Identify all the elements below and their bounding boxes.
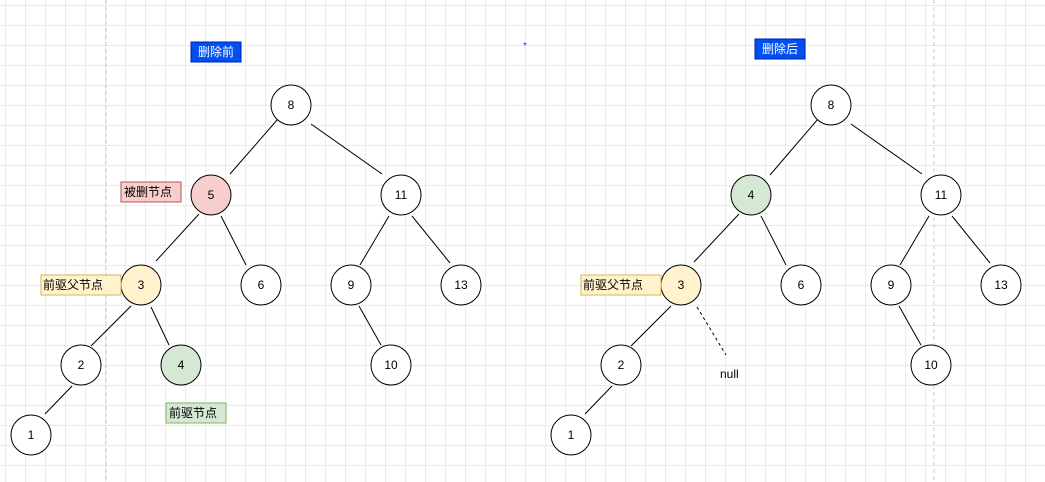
svg-text:前驱父节点: 前驱父节点 [583, 277, 643, 292]
edge-a-4-3 [693, 213, 740, 263]
stray-mark: * [523, 41, 527, 52]
after-node-6: 6 [780, 264, 822, 306]
edge-a-3-2 [630, 305, 672, 347]
svg-text:9: 9 [348, 278, 355, 292]
after-tree: 删除后 8 4 11 3 6 9 13 2 10 1 前驱父节点 null [550, 38, 1022, 456]
before-label-pred-parent: 前驱父节点 [40, 274, 122, 296]
svg-text:4: 4 [178, 358, 185, 372]
before-node-11: 11 [380, 174, 422, 216]
svg-text:11: 11 [395, 188, 408, 202]
edge-3-2 [90, 305, 132, 347]
edge-a-3-null [696, 306, 727, 356]
edge-a-8-4 [769, 118, 819, 176]
edge-a-11-13 [951, 215, 991, 264]
svg-text:9: 9 [888, 278, 895, 292]
after-title-text: 删除后 [762, 41, 798, 56]
edge-2-1 [44, 385, 73, 415]
svg-text:6: 6 [798, 278, 805, 292]
svg-text:1: 1 [568, 428, 575, 442]
svg-text:11: 11 [935, 188, 948, 202]
edge-a-11-9 [899, 215, 930, 266]
edge-11-13 [411, 215, 451, 264]
edge-5-6 [220, 215, 247, 266]
after-node-1: 1 [550, 414, 592, 456]
svg-text:3: 3 [138, 278, 145, 292]
before-title: 删除前 [190, 41, 242, 63]
svg-text:1: 1 [28, 428, 35, 442]
diagram-canvas: * 删除前 8 5 11 3 6 9 13 2 4 10 1 被删节点 前驱父节… [10, 0, 1022, 482]
before-node-9: 9 [330, 264, 372, 306]
before-node-2: 2 [60, 344, 102, 386]
before-node-8: 8 [270, 84, 312, 126]
before-node-1: 1 [10, 414, 52, 456]
svg-text:2: 2 [78, 358, 85, 372]
edge-a-9-10 [898, 305, 922, 346]
after-title: 删除后 [754, 38, 806, 60]
svg-text:13: 13 [994, 278, 1008, 292]
svg-text:前驱父节点: 前驱父节点 [43, 277, 103, 292]
edge-3-4 [150, 306, 170, 346]
before-tree: 删除前 8 5 11 3 6 9 13 2 4 10 1 被删节点 前驱父节点 … [10, 41, 482, 456]
edge-8-11 [310, 123, 383, 175]
after-node-4: 4 [730, 174, 772, 216]
before-node-5: 5 [190, 174, 232, 216]
edge-8-5 [229, 118, 279, 175]
after-node-3: 3 [660, 264, 702, 306]
svg-text:6: 6 [258, 278, 265, 292]
edge-11-9 [359, 215, 390, 266]
before-title-text: 删除前 [198, 44, 234, 59]
before-node-3: 3 [120, 264, 162, 306]
svg-text:2: 2 [618, 358, 625, 372]
edge-9-10 [358, 305, 382, 346]
before-node-6: 6 [240, 264, 282, 306]
svg-text:4: 4 [748, 188, 755, 202]
before-label-deleted: 被删节点 [120, 181, 182, 203]
svg-text:5: 5 [208, 188, 215, 202]
before-node-10: 10 [370, 344, 412, 386]
edge-a-2-1 [584, 385, 613, 415]
after-node-13: 13 [980, 264, 1022, 306]
svg-text:被删节点: 被删节点 [124, 185, 172, 199]
edge-a-8-11 [850, 123, 923, 175]
svg-text:8: 8 [288, 98, 295, 112]
svg-text:10: 10 [924, 358, 938, 372]
after-label-null: null [720, 367, 739, 381]
edge-5-3 [155, 213, 200, 262]
after-node-8: 8 [810, 84, 852, 126]
svg-text:8: 8 [828, 98, 835, 112]
after-node-2: 2 [600, 344, 642, 386]
after-node-9: 9 [870, 264, 912, 306]
after-node-11: 11 [920, 174, 962, 216]
after-label-pred-parent: 前驱父节点 [580, 274, 662, 296]
after-node-10: 10 [910, 344, 952, 386]
before-node-4: 4 [160, 344, 202, 386]
svg-text:13: 13 [454, 278, 468, 292]
svg-text:10: 10 [384, 358, 398, 372]
before-label-pred: 前驱节点 [165, 402, 227, 424]
edge-a-4-6 [760, 215, 787, 266]
svg-text:前驱节点: 前驱节点 [169, 405, 217, 420]
before-node-13: 13 [440, 264, 482, 306]
svg-text:3: 3 [678, 278, 685, 292]
